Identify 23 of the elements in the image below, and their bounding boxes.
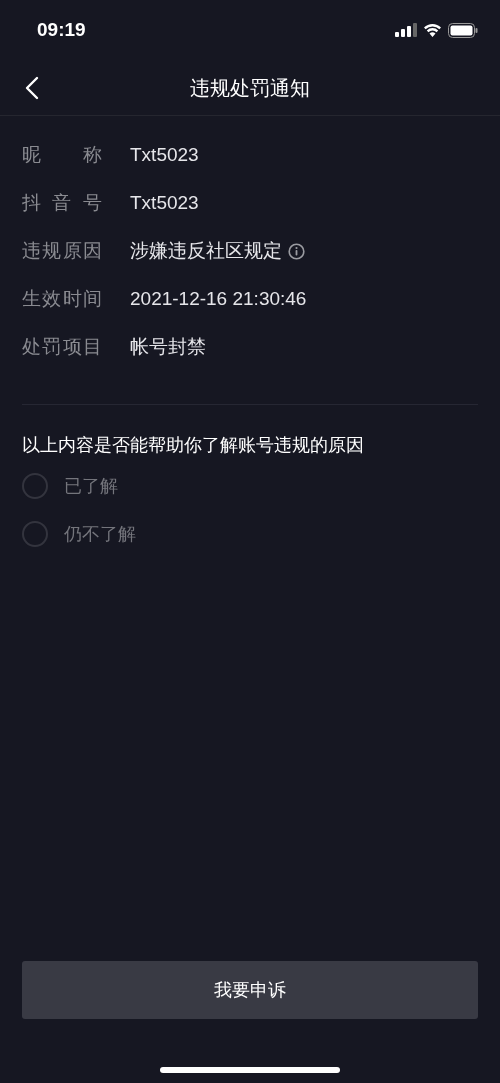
battery-icon [448, 22, 478, 38]
info-icon[interactable] [288, 242, 305, 260]
back-icon [25, 76, 39, 100]
detail-label: 昵 称 [22, 142, 102, 167]
survey-question: 以上内容是否能帮助你了解账号违规的原因 [22, 434, 365, 457]
detail-value: 2021-12-16 21:30:46 [130, 286, 307, 311]
signal-icon [395, 23, 417, 37]
option-label[interactable]: 仍不了解 [64, 520, 136, 548]
radio-button[interactable] [22, 473, 48, 499]
appeal-button[interactable]: 我要申诉 [22, 961, 478, 1019]
page-title: 违规处罚通知 [190, 75, 310, 101]
detail-value: 涉嫌违反社区规定 [130, 238, 282, 263]
detail-label: 生效时间 [22, 286, 102, 311]
detail-value: Txt5023 [130, 190, 199, 215]
detail-value: 帐号封禁 [130, 334, 206, 359]
wifi-icon [423, 23, 442, 37]
detail-label: 处罚项目 [22, 334, 102, 359]
radio-button[interactable] [22, 521, 48, 547]
detail-label: 抖 音 号 [22, 190, 102, 215]
status-time: 09:19 [37, 17, 86, 42]
option-label[interactable]: 已了解 [64, 472, 118, 500]
detail-label: 违规原因 [22, 238, 102, 263]
detail-value: Txt5023 [130, 142, 199, 167]
